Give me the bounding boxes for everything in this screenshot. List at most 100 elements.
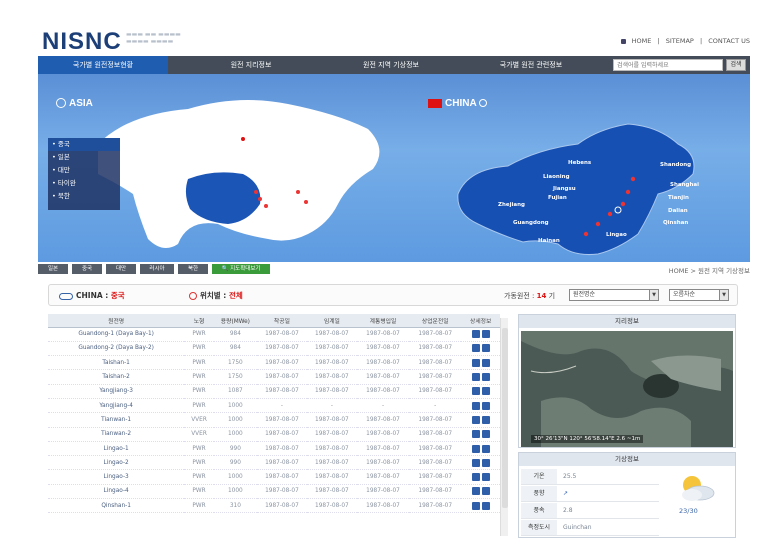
table-cell: 1987-08-07 [306,369,357,385]
table-cell: 1987-08-07 [306,498,357,514]
table-cell: 1987-08-07 [306,412,357,428]
map-icon[interactable] [471,373,480,382]
info-icon[interactable] [481,501,490,510]
map-icon[interactable] [471,487,480,496]
map-icon[interactable] [471,344,480,353]
country-item-north-korea[interactable]: • 북한 [48,190,120,203]
table-row[interactable]: Tianwan-2 VVER 1000 1987-08-07 1987-08-07 198… [48,427,500,442]
map-icon[interactable] [471,458,480,467]
nav-item-country-status[interactable]: 국가별 원전정보현황 [38,56,168,74]
chevron-down-icon: ▼ [719,290,728,300]
map-toolbar: 일본 중국 대만 러시아 북한 🔍 지도확대보기 HOME > 원전 지역 기상… [38,264,750,278]
map-icon[interactable] [471,444,480,453]
table-row[interactable]: Yangjiang-3 PWR 1087 1987-08-07 1987-08-07 19… [48,384,500,399]
table-row[interactable]: Tianwan-1 VVER 1000 1987-08-07 1987-08-07 198… [48,412,500,428]
table-cell: 1987-08-07 [356,441,410,457]
detail-actions [461,327,500,342]
col-header: 상업운전일 [409,314,462,328]
country-item-taiwan2[interactable]: • 타이완 [48,177,120,190]
table-cell: 1987-08-07 [409,441,462,457]
table-cell: 1987-08-07 [256,341,307,357]
map-icon[interactable] [471,387,480,396]
info-icon[interactable] [481,415,490,424]
marker-dot [241,137,245,141]
table-row[interactable]: Taishan-1 PWR 1750 1987-08-07 1987-08-07 1987… [48,355,500,371]
info-icon[interactable] [481,401,490,410]
table-row[interactable]: Lingao-4 PWR 1000 1987-08-07 1987-08-07 1987-… [48,484,500,500]
map-icon[interactable] [471,473,480,482]
scroll-thumb[interactable] [502,328,508,508]
col-header: 노형 [184,314,214,328]
nav-item-weather-info[interactable]: 원전 지역 기상정보 [326,56,456,74]
country-item-taiwan[interactable]: • 대만 [48,164,120,177]
table-row[interactable]: Yangjiang-4 PWR 1000- - - - [48,398,500,414]
tab-china[interactable]: 중국 [72,264,102,274]
tab-russia[interactable]: 러시아 [140,264,174,274]
table-row[interactable]: Lingao-3 PWR 1000 1987-08-07 1987-08-07 1987-… [48,469,500,485]
nav-item-related-info[interactable]: 국가별 원전 관련정보 [466,56,596,74]
tab-japan[interactable]: 일본 [38,264,68,274]
info-icon[interactable] [481,473,490,482]
table-row[interactable]: Qinshan-1 PWR 310 1987-08-07 1987-08-07 1987-… [48,498,500,514]
map-enlarge-button[interactable]: 🔍 지도확대보기 [212,264,270,274]
top-links: HOME | SITEMAP | CONTACT US [617,37,750,45]
tab-taiwan[interactable]: 대만 [106,264,136,274]
map-icon[interactable] [471,501,480,510]
map-icon[interactable] [471,330,480,339]
info-icon[interactable] [481,458,490,467]
info-icon[interactable] [481,373,490,382]
plant-marker[interactable] [304,200,308,204]
table-scrollbar[interactable] [500,318,508,536]
table-cell: 1987-08-07 [256,412,307,428]
map-icon[interactable] [471,430,480,439]
map-icon[interactable] [471,415,480,424]
info-icon[interactable] [481,387,490,396]
site-logo[interactable]: NISNC [42,28,122,56]
table-row[interactable]: Taishan-2 PWR 1750 1987-08-07 1987-08-07 1987… [48,369,500,385]
info-icon[interactable] [481,344,490,353]
plant-name-cell: Qinshan-1 [48,498,185,514]
info-icon[interactable] [481,430,490,439]
plant-marker[interactable] [254,190,258,194]
plant-marker[interactable] [625,189,631,195]
search-input[interactable] [613,59,723,71]
table-cell: 1987-08-07 [306,327,357,342]
map-icon[interactable] [471,401,480,410]
table-cell: 1000 [213,469,257,485]
sitemap-link[interactable]: SITEMAP [666,37,694,45]
plant-name-cell: Taishan-1 [48,355,185,371]
table-cell: 984 [213,327,257,342]
plant-marker[interactable] [620,201,626,207]
table-row[interactable]: Lingao-2 PWR 990 1987-08-07 1987-08-07 1987-0… [48,455,500,471]
plant-marker[interactable] [583,231,589,237]
table-row[interactable]: Guandong-1 (Daya Bay-1) PWR 984 1987-08-07 1… [48,327,500,342]
sort-field-select[interactable]: 원전명순 ▼ [569,289,659,301]
plant-marker[interactable] [296,190,300,194]
info-icon[interactable] [481,487,490,496]
sort-order-select[interactable]: 오름차순 ▼ [669,289,729,301]
plant-marker[interactable] [264,204,268,208]
plant-marker[interactable] [595,221,601,227]
table-row[interactable]: Guandong-2 (Daya Bay-2) PWR 984 1987-08-07 1… [48,341,500,357]
country-item-china[interactable]: • 중국 [48,138,120,151]
table-cell: 1987-08-07 [409,412,462,428]
map-icon[interactable] [471,358,480,367]
info-icon[interactable] [481,358,490,367]
plant-marker[interactable] [630,176,636,182]
satellite-image[interactable]: 30° 26'13"N 120° 56'58.14"E 2.6 ~1m [521,331,733,447]
home-link[interactable]: HOME [632,37,652,45]
chevron-down-icon: ▼ [649,290,658,300]
tab-north-korea[interactable]: 북한 [178,264,208,274]
search-button[interactable]: 검색 [726,59,746,71]
table-row[interactable]: Lingao-1 PWR 990 1987-08-07 1987-08-07 1987-0… [48,441,500,457]
nav-item-geo-info[interactable]: 원전 지리정보 [186,56,316,74]
plant-marker[interactable] [258,197,262,201]
info-icon[interactable] [481,444,490,453]
country-item-japan[interactable]: • 일본 [48,151,120,164]
info-icon[interactable] [481,330,490,339]
contact-link[interactable]: CONTACT US [708,37,750,45]
operating-count: 가동원전 : 14 기 [504,292,556,300]
col-header: 원전명 [48,314,185,328]
plant-marker[interactable] [607,211,613,217]
table-cell: 1987-08-07 [256,355,307,371]
